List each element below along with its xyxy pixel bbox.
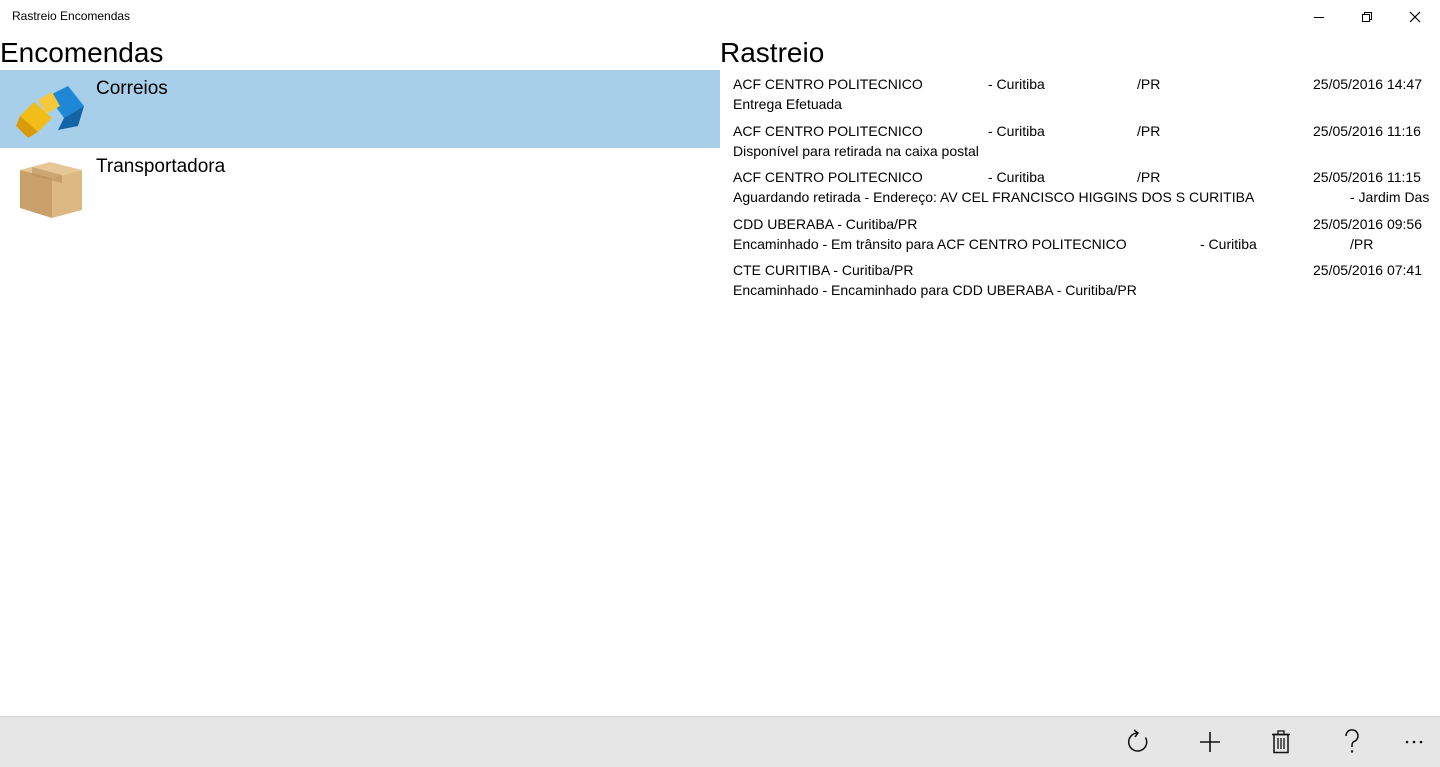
event-datetime: 25/05/2016 11:16: [1313, 122, 1421, 139]
encomendas-heading: Encomendas: [0, 37, 164, 68]
minimize-icon: [1314, 17, 1324, 18]
event-description: Disponível para retirada na caixa postal: [733, 142, 979, 159]
tracking-event: ACF CENTRO POLITECNICO - Curitiba /PR 25…: [733, 167, 1440, 214]
more-button[interactable]: [1384, 717, 1440, 767]
event-description: Aguardando retirada - Endereço: AV CEL F…: [733, 189, 1255, 205]
event-description-state: /PR: [1350, 235, 1374, 252]
delete-button[interactable]: [1251, 717, 1311, 767]
title-bar: Rastreio Encomendas: [0, 0, 1440, 34]
event-location: CDD UBERABA - Curitiba/PR: [733, 215, 918, 232]
event-description-extra: - Jardim Das: [1350, 189, 1430, 205]
close-icon: [1409, 11, 1421, 23]
refresh-button[interactable]: [1108, 717, 1168, 767]
carrier-label-correios: Correios: [96, 78, 168, 99]
carrier-list: Correios Transportadora: [0, 70, 720, 226]
close-button[interactable]: [1392, 0, 1438, 34]
event-location: CTE CURITIBA - Curitiba/PR: [733, 262, 914, 278]
event-description: Encaminhado - Encaminhado para CDD UBERA…: [733, 282, 1137, 298]
event-location: ACF CENTRO POLITECNICO: [733, 122, 923, 139]
event-location: ACF CENTRO POLITECNICO: [733, 169, 923, 185]
restore-icon: [1362, 12, 1372, 22]
event-city: - Curitiba: [988, 76, 1045, 92]
tracking-event: ACF CENTRO POLITECNICO - Curitiba /PR 25…: [733, 121, 1440, 168]
command-bar: [0, 716, 1440, 767]
help-button[interactable]: [1322, 717, 1382, 767]
event-description-city: - Curitiba: [1200, 235, 1257, 252]
carrier-item-transportadora[interactable]: Transportadora: [0, 148, 720, 226]
rastreio-heading: Rastreio: [720, 37, 825, 68]
event-datetime: 25/05/2016 07:41: [1313, 262, 1422, 278]
event-datetime: 25/05/2016 11:15: [1313, 169, 1421, 185]
correios-logo-icon: [16, 86, 84, 138]
tracking-event: CTE CURITIBA - Curitiba/PR 25/05/2016 07…: [733, 260, 1440, 307]
event-state: /PR: [1137, 169, 1161, 185]
minimize-button[interactable]: [1296, 0, 1342, 34]
carrier-item-correios[interactable]: Correios: [0, 70, 720, 148]
event-state: /PR: [1137, 122, 1161, 139]
event-datetime: 25/05/2016 14:47: [1313, 76, 1422, 92]
add-icon: [1200, 732, 1220, 752]
event-description: Entrega Efetuada: [733, 96, 842, 112]
window-title: Rastreio Encomendas: [12, 9, 131, 23]
tracking-events-list: ACF CENTRO POLITECNICO - Curitiba /PR 25…: [733, 74, 1440, 307]
event-state: /PR: [1137, 76, 1161, 92]
carrier-label-transportadora: Transportadora: [96, 156, 226, 177]
event-location: ACF CENTRO POLITECNICO: [733, 76, 923, 92]
refresh-icon: [1127, 729, 1148, 752]
delete-icon: [1272, 730, 1290, 754]
help-icon: [1345, 729, 1359, 753]
event-city: - Curitiba: [988, 122, 1045, 139]
tracking-event: ACF CENTRO POLITECNICO - Curitiba /PR 25…: [733, 74, 1440, 121]
more-icon: [1405, 740, 1423, 744]
cardboard-box-icon: [20, 162, 82, 218]
restore-button[interactable]: [1344, 0, 1390, 34]
add-button[interactable]: [1180, 717, 1240, 767]
event-description: Encaminhado - Em trânsito para ACF CENTR…: [733, 235, 1127, 252]
event-datetime: 25/05/2016 09:56: [1313, 215, 1422, 232]
tracking-event: CDD UBERABA - Curitiba/PR 25/05/2016 09:…: [733, 214, 1440, 261]
event-city: - Curitiba: [988, 169, 1045, 185]
